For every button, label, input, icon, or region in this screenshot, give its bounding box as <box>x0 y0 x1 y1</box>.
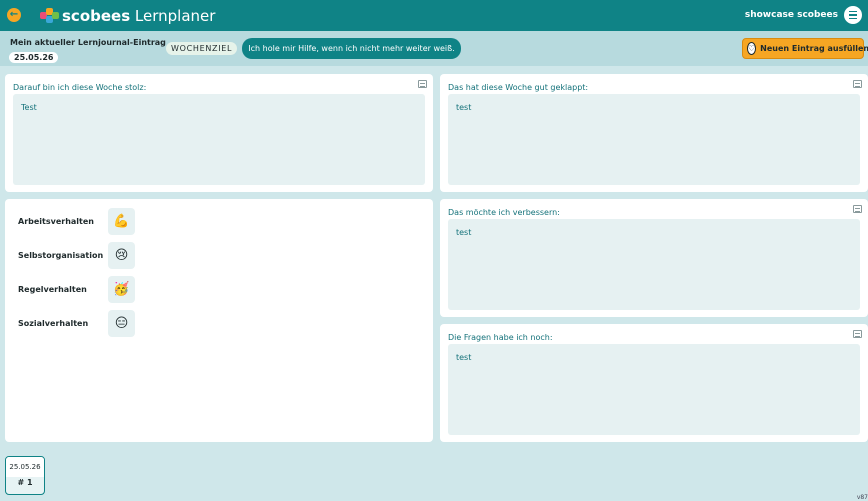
card-stolz-title: Darauf bin ich diese Woche stolz: <box>13 83 147 92</box>
user-name[interactable]: showcase scobees <box>745 10 838 20</box>
card-geklappt: Das hat diese Woche gut geklappt: test <box>440 74 868 192</box>
behaviour-label: Selbstorganisation <box>18 250 104 260</box>
card-geklappt-field[interactable]: test <box>448 94 860 185</box>
flexed-biceps-icon[interactable]: 💪 <box>108 207 135 235</box>
expressionless-face-icon[interactable]: 😑 <box>108 309 135 337</box>
card-stolz-field[interactable]: Test <box>13 94 425 185</box>
edit-icon[interactable] <box>853 330 862 338</box>
behaviour-row: Regelverhalten 🥳 <box>18 275 135 303</box>
behaviour-card: Arbeitsverhalten 💪 Selbstorganisation 😢 … <box>5 199 433 442</box>
behaviour-label: Sozialverhalten <box>18 318 89 328</box>
new-entry-label: Neuen Eintrag ausfüllen <box>760 44 868 53</box>
back-arrow-icon[interactable]: ← <box>7 8 21 22</box>
entry-tab-number: # 1 <box>17 478 33 487</box>
card-verbessern-field[interactable]: test <box>448 219 860 310</box>
wochenziel-label: WOCHENZIEL <box>166 42 238 55</box>
behaviour-row: Arbeitsverhalten 💪 <box>18 207 135 235</box>
card-fragen-field[interactable]: test <box>448 344 860 435</box>
entry-history-tab[interactable]: 25.05.26 # 1 <box>5 456 45 495</box>
edit-icon[interactable] <box>853 80 862 88</box>
entry-tab-date: 25.05.26 <box>6 457 44 477</box>
behaviour-row: Sozialverhalten 😑 <box>18 309 135 337</box>
behaviour-label: Arbeitsverhalten <box>18 216 94 226</box>
card-fragen: Die Fragen habe ich noch: test <box>440 324 868 442</box>
entry-header: Mein aktueller Lernjournal-Eintrag 25.05… <box>0 31 868 66</box>
hamburger-menu-icon[interactable] <box>844 6 862 24</box>
card-stolz: Darauf bin ich diese Woche stolz: Test <box>5 74 433 192</box>
edit-icon[interactable] <box>418 80 427 88</box>
heart-icon: ♡ <box>747 42 757 55</box>
card-verbessern-title: Das möchte ich verbessern: <box>448 208 560 217</box>
party-face-icon[interactable]: 🥳 <box>108 275 135 303</box>
new-entry-button[interactable]: ♡ Neuen Eintrag ausfüllen <box>742 38 868 59</box>
app-logo[interactable]: scobees Lernplaner <box>40 6 215 26</box>
edit-icon[interactable] <box>853 205 862 213</box>
entry-date-badge: 25.05.26 <box>9 52 59 63</box>
logo-mark <box>40 8 60 24</box>
card-geklappt-title: Das hat diese Woche gut geklappt: <box>448 83 589 92</box>
card-verbessern: Das möchte ich verbessern: test <box>440 199 868 317</box>
behaviour-label: Regelverhalten <box>18 284 87 294</box>
card-fragen-title: Die Fragen habe ich noch: <box>448 333 553 342</box>
version-label: v87 <box>856 494 868 501</box>
entry-title: Mein aktueller Lernjournal-Eintrag <box>10 38 166 47</box>
wochenziel-text: Ich hole mir Hilfe, wenn ich nicht mehr … <box>242 38 461 59</box>
crying-face-icon[interactable]: 😢 <box>108 241 135 269</box>
top-bar: ← scobees Lernplaner showcase scobees <box>0 0 868 31</box>
logo-text: scobees Lernplaner <box>62 7 216 25</box>
behaviour-row: Selbstorganisation 😢 <box>18 241 135 269</box>
